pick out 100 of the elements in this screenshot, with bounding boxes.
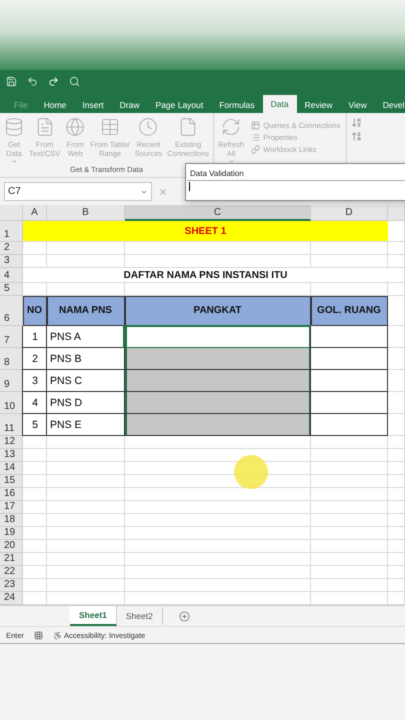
grid-cell[interactable] <box>388 553 405 566</box>
grid-cell[interactable] <box>125 579 311 592</box>
selected-cell[interactable] <box>124 348 311 370</box>
search-icon[interactable] <box>69 76 80 87</box>
grid-cell[interactable] <box>23 514 47 527</box>
selected-cell[interactable] <box>124 370 311 392</box>
undo-icon[interactable] <box>27 76 38 87</box>
row-header[interactable]: 24 <box>0 592 23 605</box>
cell-mode-icon[interactable] <box>34 630 43 640</box>
grid-cell[interactable] <box>23 462 47 475</box>
grid-cell[interactable] <box>388 348 405 370</box>
row-header[interactable]: 6 <box>0 296 23 326</box>
ribbon-tab[interactable]: Draw <box>112 97 148 113</box>
grid-cell[interactable] <box>388 242 405 255</box>
sheet-tab[interactable]: Sheet2 <box>116 607 163 625</box>
grid-cell[interactable] <box>47 488 125 501</box>
row-header[interactable]: 20 <box>0 540 23 553</box>
sort-ascending-icon[interactable] <box>351 117 362 128</box>
column-header[interactable] <box>388 205 405 221</box>
selected-cell[interactable] <box>124 414 311 436</box>
grid-cell[interactable] <box>47 462 125 475</box>
grid-cell[interactable] <box>388 436 405 449</box>
grid-cell[interactable] <box>125 242 311 255</box>
grid-cell[interactable] <box>388 527 405 540</box>
name-box[interactable]: C7 <box>4 182 152 201</box>
grid-cell[interactable] <box>23 449 47 462</box>
grid-cell[interactable] <box>47 436 125 449</box>
grid-cell[interactable] <box>388 326 405 348</box>
grid-cell[interactable] <box>388 475 405 488</box>
grid-cell[interactable] <box>23 566 47 579</box>
row-header[interactable]: 18 <box>0 514 23 527</box>
column-header[interactable]: B <box>47 205 125 221</box>
add-sheet-icon[interactable] <box>178 610 190 622</box>
grid-cell[interactable] <box>47 527 125 540</box>
grid-cell[interactable] <box>47 501 125 514</box>
row-header[interactable]: 17 <box>0 501 23 514</box>
grid-cell[interactable] <box>23 579 47 592</box>
row-header[interactable]: 12 <box>0 436 23 449</box>
grid-cell[interactable] <box>125 527 311 540</box>
accessibility-icon[interactable] <box>52 630 62 640</box>
row-header[interactable]: 2 <box>0 242 23 255</box>
grid-cell[interactable] <box>388 488 405 501</box>
grid-cell[interactable] <box>388 566 405 579</box>
ribbon-tab[interactable]: Home <box>36 97 74 113</box>
grid-cell[interactable] <box>388 579 405 592</box>
grid-cell[interactable] <box>125 566 311 579</box>
grid-cell[interactable] <box>311 527 388 540</box>
row-header[interactable]: 21 <box>0 553 23 566</box>
grid-cell[interactable] <box>388 296 405 326</box>
ribbon-tab[interactable]: Formulas <box>211 97 263 113</box>
grid-cell[interactable] <box>47 553 125 566</box>
grid-cell[interactable] <box>23 242 47 255</box>
grid-cell[interactable] <box>311 501 388 514</box>
grid-cell[interactable] <box>125 501 311 514</box>
grid-cell[interactable] <box>125 436 311 449</box>
grid-cell[interactable] <box>311 553 388 566</box>
row-header[interactable]: 5 <box>0 283 23 296</box>
ribbon-tab[interactable]: Insert <box>74 97 112 113</box>
grid-cell[interactable] <box>23 553 47 566</box>
row-header[interactable]: 11 <box>0 414 23 436</box>
redo-icon[interactable] <box>48 76 59 87</box>
active-cell[interactable] <box>124 326 311 348</box>
row-header[interactable]: 1 <box>0 221 23 242</box>
ribbon-tab[interactable]: View <box>340 97 375 113</box>
input-field[interactable] <box>187 180 405 193</box>
grid-cell[interactable] <box>388 255 405 268</box>
grid-cell[interactable] <box>311 579 388 592</box>
row-header[interactable]: 15 <box>0 475 23 488</box>
grid-cell[interactable] <box>311 475 388 488</box>
row-header[interactable]: 22 <box>0 566 23 579</box>
select-all-corner[interactable] <box>0 205 23 221</box>
grid-cell[interactable] <box>311 488 388 501</box>
grid-cell[interactable] <box>47 540 125 553</box>
grid-cell[interactable] <box>23 527 47 540</box>
grid-cell[interactable] <box>125 553 311 566</box>
grid-cell[interactable] <box>23 501 47 514</box>
row-header[interactable]: 8 <box>0 348 23 370</box>
grid-cell[interactable] <box>47 579 125 592</box>
grid-cell[interactable] <box>388 462 405 475</box>
row-header[interactable]: 10 <box>0 392 23 414</box>
save-icon[interactable] <box>6 76 17 87</box>
grid-cell[interactable] <box>23 488 47 501</box>
grid-cell[interactable] <box>47 475 125 488</box>
column-header[interactable]: D <box>311 205 388 221</box>
row-header[interactable]: 23 <box>0 579 23 592</box>
row-header[interactable]: 19 <box>0 527 23 540</box>
sort-descending-icon[interactable] <box>351 131 362 142</box>
grid-cell[interactable] <box>125 540 311 553</box>
grid-cell[interactable] <box>311 462 388 475</box>
sheet-tab[interactable]: Sheet1 <box>70 606 117 626</box>
grid-cell[interactable] <box>388 370 405 392</box>
row-header[interactable]: 13 <box>0 449 23 462</box>
grid-cell[interactable] <box>388 221 405 242</box>
grid-cell[interactable] <box>47 242 125 255</box>
row-header[interactable]: 3 <box>0 255 23 268</box>
grid-cell[interactable] <box>388 283 405 296</box>
grid-cell[interactable] <box>47 449 125 462</box>
grid-cell[interactable] <box>311 449 388 462</box>
ribbon-tab[interactable]: Review <box>296 97 341 113</box>
row-header[interactable]: 7 <box>0 326 23 348</box>
